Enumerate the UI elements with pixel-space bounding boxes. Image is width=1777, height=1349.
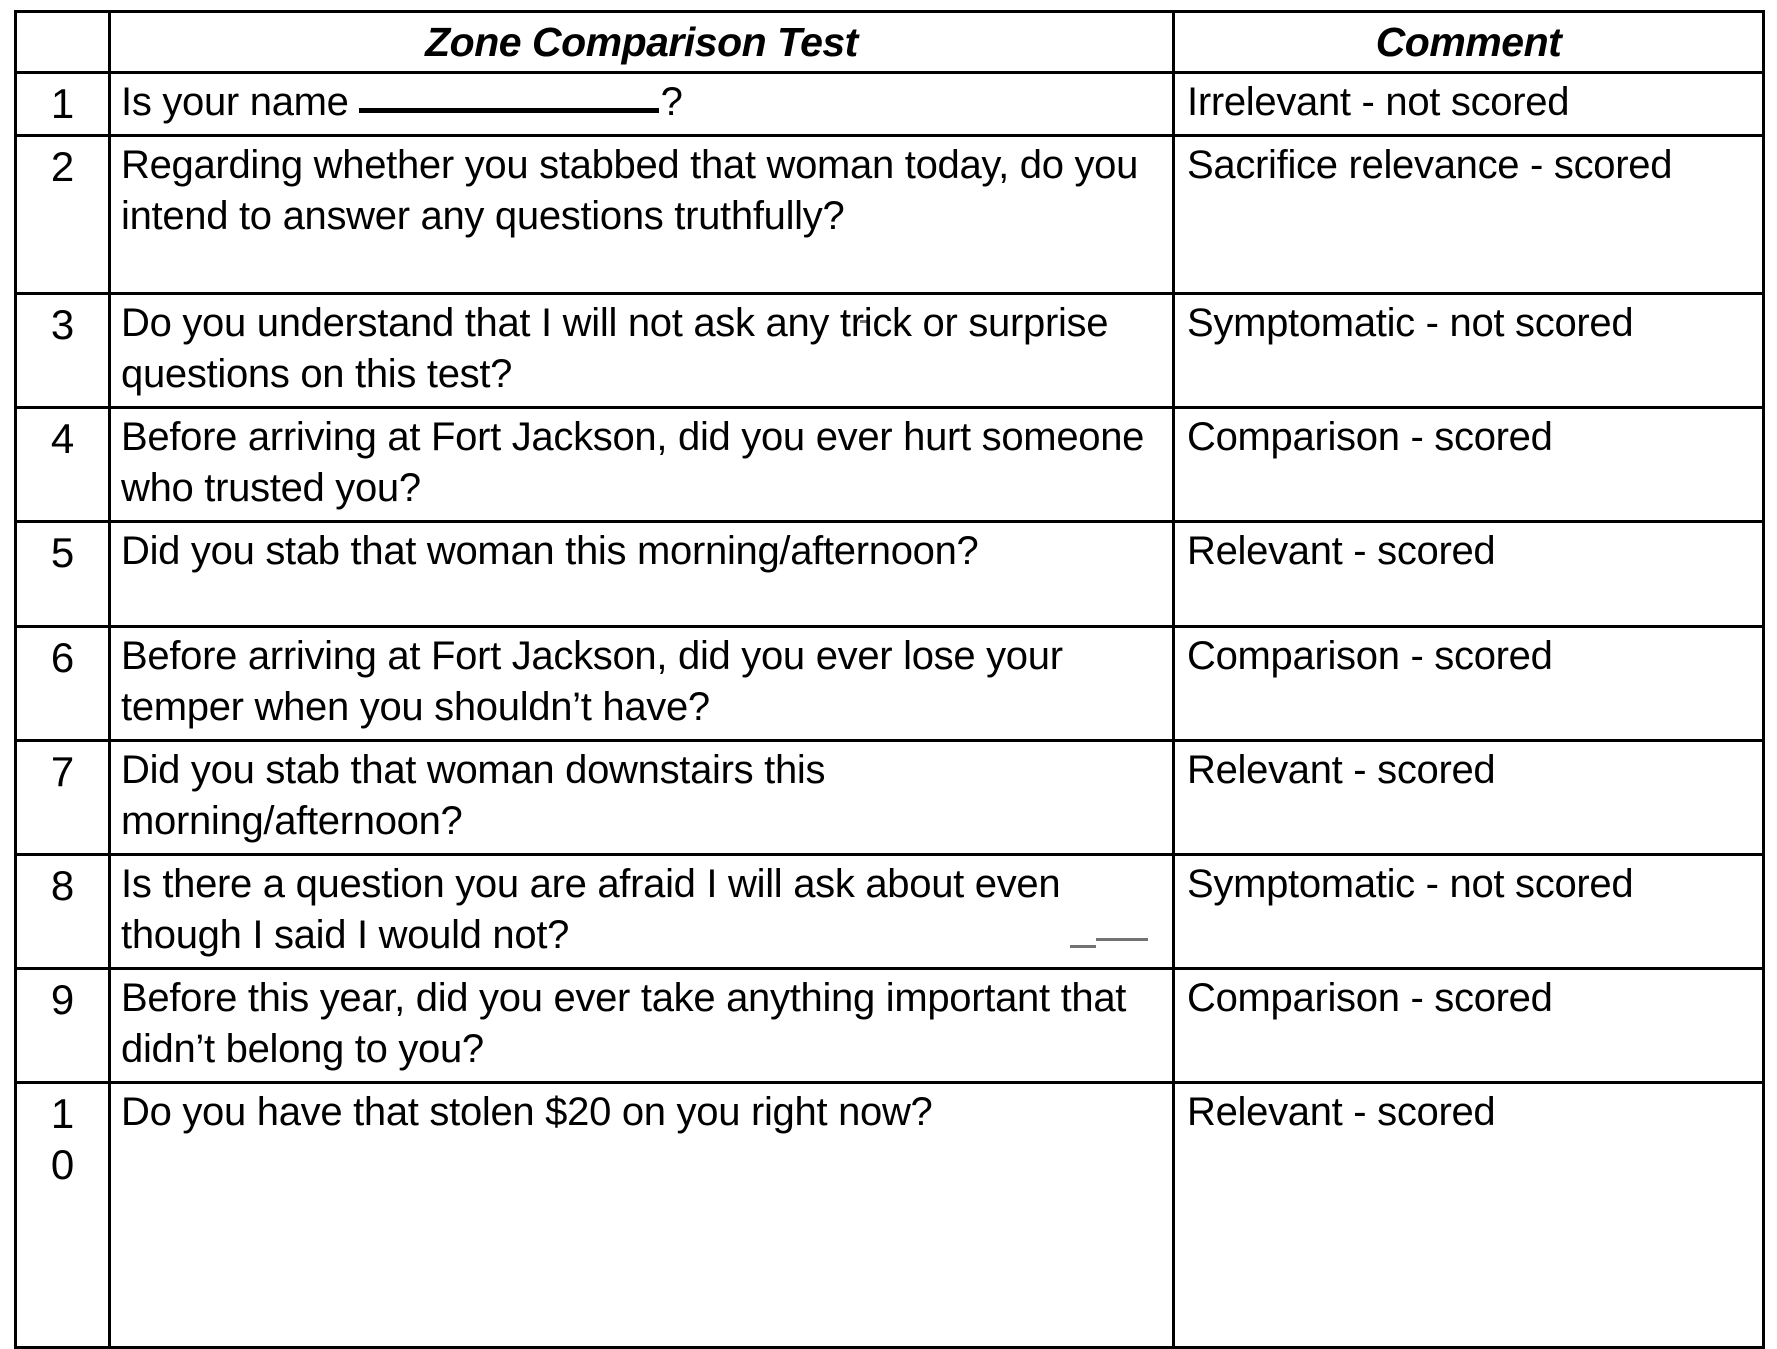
scan-speckle	[1096, 938, 1148, 941]
row-number: 8	[50, 862, 75, 909]
scan-speckle	[1070, 945, 1096, 948]
scanned-page: Zone Comparison Test Comment 1 Is your n…	[0, 0, 1777, 1349]
table-row: 7 Did you stab that woman downstairs thi…	[14, 739, 1765, 856]
row-number: 4	[50, 415, 75, 462]
row-question-cell: Before this year, did you ever take anyt…	[108, 967, 1175, 1084]
row-number-cell: 6	[14, 625, 111, 742]
row-number-cell: 7	[14, 739, 111, 856]
table-row: 2 Regarding whether you stabbed that wom…	[14, 134, 1765, 295]
row-number-cell: 3	[14, 292, 111, 409]
row-comment: Comparison - scored	[1187, 634, 1553, 678]
row-number-cell: 8	[14, 853, 111, 970]
row-question-cell: Is your name?	[108, 71, 1175, 137]
row-number-cell: 9	[14, 967, 111, 1084]
table-body: 1 Is your name? Irrelevant - not scored …	[14, 71, 1765, 1349]
table-row: 6 Before arriving at Fort Jackson, did y…	[14, 625, 1765, 742]
row-question-cell: Do you understand that I will not ask an…	[108, 292, 1175, 409]
row-question: Before arriving at Fort Jackson, did you…	[121, 415, 1145, 510]
row-question-cell: Regarding whether you stabbed that woman…	[108, 134, 1175, 295]
row-comment-cell: Relevant - scored	[1172, 1081, 1765, 1349]
row-number: 9	[50, 976, 75, 1023]
row-comment: Sacrifice relevance - scored	[1187, 143, 1673, 187]
row-question: Do you have that stolen $20 on you right…	[121, 1090, 933, 1134]
header-cell-number	[14, 10, 111, 74]
row-number-cell: 2	[14, 134, 111, 295]
question-text-after-blank: ?	[660, 80, 683, 124]
row-question-cell: Did you stab that woman this morning/aft…	[108, 520, 1175, 628]
row-comment: Irrelevant - not scored	[1187, 80, 1570, 124]
row-comment: Relevant - scored	[1187, 748, 1496, 792]
row-question-cell: Do you have that stolen $20 on you right…	[108, 1081, 1175, 1349]
table-row: 5 Did you stab that woman this morning/a…	[14, 520, 1765, 628]
zone-comparison-test-table: Zone Comparison Test Comment 1 Is your n…	[14, 10, 1765, 1349]
header-cell-comment: Comment	[1172, 10, 1765, 74]
row-question-cell: Did you stab that woman downstairs this …	[108, 739, 1175, 856]
row-question: Did you stab that woman downstairs this …	[121, 748, 826, 843]
row-number: 3	[50, 301, 75, 348]
row-number: 7	[50, 748, 75, 795]
row-number-cell: 5	[14, 520, 111, 628]
table-row: 1 Is your name? Irrelevant - not scored	[14, 71, 1765, 137]
row-number: 1	[50, 80, 75, 127]
row-question-cell: Before arriving at Fort Jackson, did you…	[108, 406, 1175, 523]
row-comment-cell: Symptomatic - not scored	[1172, 853, 1765, 970]
row-number: 2	[50, 143, 75, 190]
row-comment: Relevant - scored	[1187, 529, 1496, 573]
row-comment-cell: Relevant - scored	[1172, 520, 1765, 628]
row-comment-cell: Sacrifice relevance - scored	[1172, 134, 1765, 295]
header-question-label: Zone Comparison Test	[425, 19, 858, 65]
row-number-cell: 4	[14, 406, 111, 523]
header-cell-question: Zone Comparison Test	[108, 10, 1175, 74]
table-row: 8 Is there a question you are afraid I w…	[14, 853, 1765, 970]
row-comment-cell: Comparison - scored	[1172, 625, 1765, 742]
table-row: 1 0 Do you have that stolen $20 on you r…	[14, 1081, 1765, 1349]
row-question: Is there a question you are afraid I wil…	[121, 862, 1061, 957]
row-question: Before this year, did you ever take anyt…	[121, 976, 1127, 1071]
row-number-cell: 1 0	[14, 1081, 111, 1349]
scan-speckle	[860, 320, 870, 323]
row-comment-cell: Comparison - scored	[1172, 967, 1765, 1084]
row-question-cell: Before arriving at Fort Jackson, did you…	[108, 625, 1175, 742]
row-comment: Relevant - scored	[1187, 1090, 1496, 1134]
row-comment-cell: Irrelevant - not scored	[1172, 71, 1765, 137]
table-row: 4 Before arriving at Fort Jackson, did y…	[14, 406, 1765, 523]
table-row: 9 Before this year, did you ever take an…	[14, 967, 1765, 1084]
row-comment: Symptomatic - not scored	[1187, 301, 1634, 345]
row-question: Before arriving at Fort Jackson, did you…	[121, 634, 1063, 729]
row-number: 5	[50, 529, 75, 576]
row-comment: Comparison - scored	[1187, 976, 1553, 1020]
table-header: Zone Comparison Test Comment	[14, 10, 1765, 74]
header-row: Zone Comparison Test Comment	[14, 10, 1765, 74]
row-number: 1 0	[50, 1090, 75, 1188]
row-comment-cell: Symptomatic - not scored	[1172, 292, 1765, 409]
question-text-before-blank: Is your name	[121, 80, 349, 124]
fill-in-blank-line	[358, 78, 659, 113]
row-comment: Symptomatic - not scored	[1187, 862, 1634, 906]
row-number: 6	[50, 634, 75, 681]
row-number-cell: 1	[14, 71, 111, 137]
row-question: Regarding whether you stabbed that woman…	[121, 143, 1139, 238]
row-comment: Comparison - scored	[1187, 415, 1553, 459]
row-comment-cell: Relevant - scored	[1172, 739, 1765, 856]
header-comment-label: Comment	[1375, 19, 1562, 65]
row-question: Did you stab that woman this morning/aft…	[121, 529, 979, 573]
row-question-cell: Is there a question you are afraid I wil…	[108, 853, 1175, 970]
row-question: Is your name?	[111, 74, 1172, 134]
row-question: Do you understand that I will not ask an…	[121, 301, 1109, 396]
table-row: 3 Do you understand that I will not ask …	[14, 292, 1765, 409]
row-comment-cell: Comparison - scored	[1172, 406, 1765, 523]
